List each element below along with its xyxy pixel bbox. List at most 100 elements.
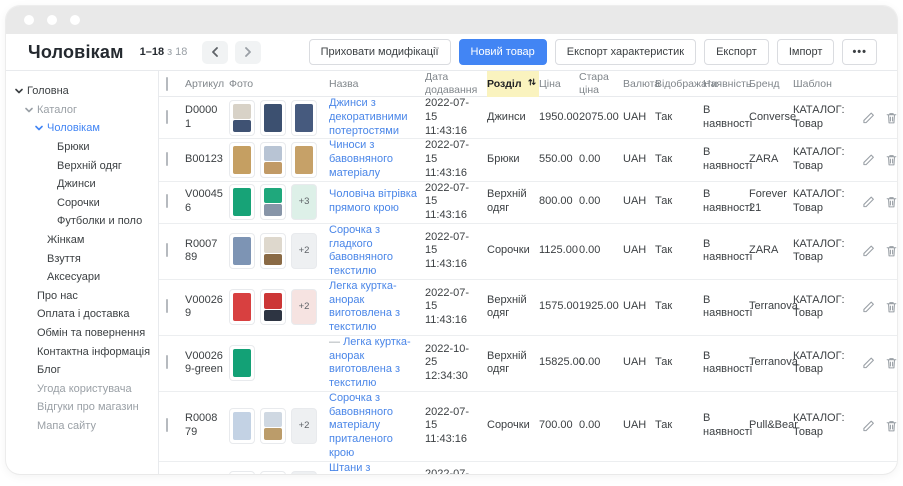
product-photo-thumbnail[interactable]	[260, 233, 286, 269]
product-photo-thumbnail[interactable]	[260, 142, 286, 178]
sidebar-item-головна[interactable]: Головна	[6, 82, 158, 101]
product-photo-thumbnail[interactable]	[260, 471, 286, 474]
product-photo-thumbnail[interactable]	[291, 142, 317, 178]
product-photo-thumbnail[interactable]	[229, 345, 255, 381]
window-control-dot[interactable]	[70, 15, 80, 25]
sidebar-item-брюки[interactable]: Брюки	[6, 138, 158, 157]
sidebar-item-блог[interactable]: Блог	[6, 361, 158, 380]
date-added: 2022-07-15	[425, 406, 481, 434]
product-name-link[interactable]: Легка куртка-анорак виготовлена з тексти…	[329, 280, 400, 333]
more-photos-thumbnail[interactable]: +2	[291, 408, 317, 444]
product-name-link[interactable]: Сорочка з гладкого бавовняного текстилю	[329, 224, 393, 277]
more-photos-thumbnail[interactable]: +2	[291, 233, 317, 269]
more-actions-button[interactable]: •••	[842, 39, 877, 65]
edit-icon[interactable]	[862, 195, 875, 209]
row-checkbox[interactable]	[166, 418, 168, 432]
row-checkbox[interactable]	[166, 110, 168, 124]
photo-color-block	[295, 104, 313, 132]
sidebar-item-верхній-одяг[interactable]: Верхній одяг	[6, 156, 158, 175]
more-photos-thumbnail[interactable]: +2	[291, 289, 317, 325]
edit-icon[interactable]	[862, 153, 875, 167]
delete-icon[interactable]	[885, 244, 898, 258]
product-photo-thumbnail[interactable]	[260, 289, 286, 325]
sidebar-item-взуття[interactable]: Взуття	[6, 249, 158, 268]
sidebar-item-обмін-та-повернення[interactable]: Обмін та повернення	[6, 324, 158, 343]
product-photo-thumbnail[interactable]	[229, 100, 255, 136]
product-name-link[interactable]: Штани з бавовняного матеріалу прямого кр…	[329, 462, 399, 475]
product-photo-thumbnail[interactable]	[229, 184, 255, 220]
product-name-link[interactable]: Чиноси з бавовняного матеріалу	[329, 139, 393, 179]
product-name-link[interactable]: Сорочка з бавовняного матеріалу притален…	[329, 392, 393, 459]
sidebar-item-label: Жінкам	[47, 234, 84, 246]
more-photos-thumbnail[interactable]: +2	[291, 471, 317, 474]
delete-icon[interactable]	[885, 419, 898, 433]
column-header-4[interactable]: Розділ	[487, 71, 539, 97]
row-checkbox[interactable]	[166, 355, 168, 369]
column-header-5[interactable]: Ціна	[539, 78, 579, 91]
column-header-6[interactable]: Стара ціна	[579, 71, 623, 97]
column-header-0[interactable]: Артикул	[185, 78, 229, 91]
toolbar-button-0[interactable]: Приховати модифікації	[309, 39, 451, 65]
column-header-9[interactable]: Наявність	[703, 78, 749, 91]
more-photos-thumbnail[interactable]: +3	[291, 184, 317, 220]
product-photo-thumbnail[interactable]	[229, 289, 255, 325]
delete-icon[interactable]	[885, 153, 898, 167]
sidebar-item-оплата-і-доставка[interactable]: Оплата і доставка	[6, 305, 158, 324]
product-photo-thumbnail[interactable]	[260, 408, 286, 444]
column-header-1[interactable]: Фото	[229, 78, 329, 91]
product-photo-thumbnail[interactable]	[260, 100, 286, 136]
sidebar-item-мапа-сайту[interactable]: Мапа сайту	[6, 417, 158, 436]
sidebar-item-каталог[interactable]: Каталог	[6, 101, 158, 120]
row-checkbox[interactable]	[166, 243, 168, 257]
column-header-2[interactable]: Назва	[329, 78, 425, 91]
sidebar-item-жінкам[interactable]: Жінкам	[6, 231, 158, 250]
window-control-dot[interactable]	[24, 15, 34, 25]
toolbar-button-4[interactable]: Імпорт	[777, 39, 835, 65]
toolbar-button-2[interactable]: Експорт характеристик	[555, 39, 696, 65]
edit-icon[interactable]	[862, 356, 875, 370]
sidebar-item-футболки-и-поло[interactable]: Футболки и поло	[6, 212, 158, 231]
sort-icon[interactable]	[527, 77, 537, 91]
delete-icon[interactable]	[885, 111, 898, 125]
window-control-dot[interactable]	[47, 15, 57, 25]
prev-page-button[interactable]	[202, 41, 228, 64]
next-page-button[interactable]	[235, 41, 261, 64]
sidebar-item-контактна-інформація[interactable]: Контактна інформація	[6, 342, 158, 361]
row-checkbox[interactable]	[166, 194, 168, 208]
product-name-link[interactable]: Джинси з декоративними потертостями	[329, 97, 408, 137]
sidebar-item-угода-користувача[interactable]: Угода користувача	[6, 380, 158, 399]
select-all-checkbox[interactable]	[166, 77, 168, 91]
edit-icon[interactable]	[862, 419, 875, 433]
product-photo-thumbnail[interactable]	[291, 100, 317, 136]
toolbar-button-3[interactable]: Експорт	[704, 39, 769, 65]
sidebar-item-сорочки[interactable]: Сорочки	[6, 194, 158, 213]
product-name-cell: Штани з бавовняного матеріалу прямого кр…	[329, 462, 425, 475]
row-checkbox[interactable]	[166, 299, 168, 313]
product-photo-thumbnail[interactable]	[229, 471, 255, 474]
row-checkbox[interactable]	[166, 152, 168, 166]
sidebar-item-відгуки-про-магазин[interactable]: Відгуки про магазин	[6, 398, 158, 417]
column-header-11[interactable]: Шаблон	[793, 78, 855, 91]
delete-icon[interactable]	[885, 195, 898, 209]
column-header-10[interactable]: Бренд	[749, 78, 793, 91]
sidebar-item-про-нас[interactable]: Про нас	[6, 287, 158, 306]
product-name-link[interactable]: Чоловіча вітрівка прямого крою	[329, 188, 417, 214]
product-photo-thumbnail[interactable]	[229, 408, 255, 444]
product-name-link[interactable]: — Легка куртка-анорак виготовлена з текс…	[329, 336, 411, 389]
column-header-7[interactable]: Валюта	[623, 78, 655, 91]
edit-icon[interactable]	[862, 244, 875, 258]
delete-icon[interactable]	[885, 300, 898, 314]
column-header-3[interactable]: Дата додавання	[425, 71, 487, 97]
product-photo-thumbnail[interactable]	[229, 233, 255, 269]
edit-icon[interactable]	[862, 300, 875, 314]
sidebar-item-джинси[interactable]: Джинси	[6, 175, 158, 194]
sidebar-item-аксесуари[interactable]: Аксесуари	[6, 268, 158, 287]
sidebar-item-чоловікам[interactable]: Чоловікам	[6, 119, 158, 138]
toolbar-button-1[interactable]: Новий товар	[459, 39, 547, 65]
column-header-8[interactable]: Відображати	[655, 78, 703, 91]
delete-icon[interactable]	[885, 356, 898, 370]
edit-icon[interactable]	[862, 111, 875, 125]
product-display-flag: Так	[655, 111, 703, 125]
product-photo-thumbnail[interactable]	[260, 184, 286, 220]
product-photo-thumbnail[interactable]	[229, 142, 255, 178]
